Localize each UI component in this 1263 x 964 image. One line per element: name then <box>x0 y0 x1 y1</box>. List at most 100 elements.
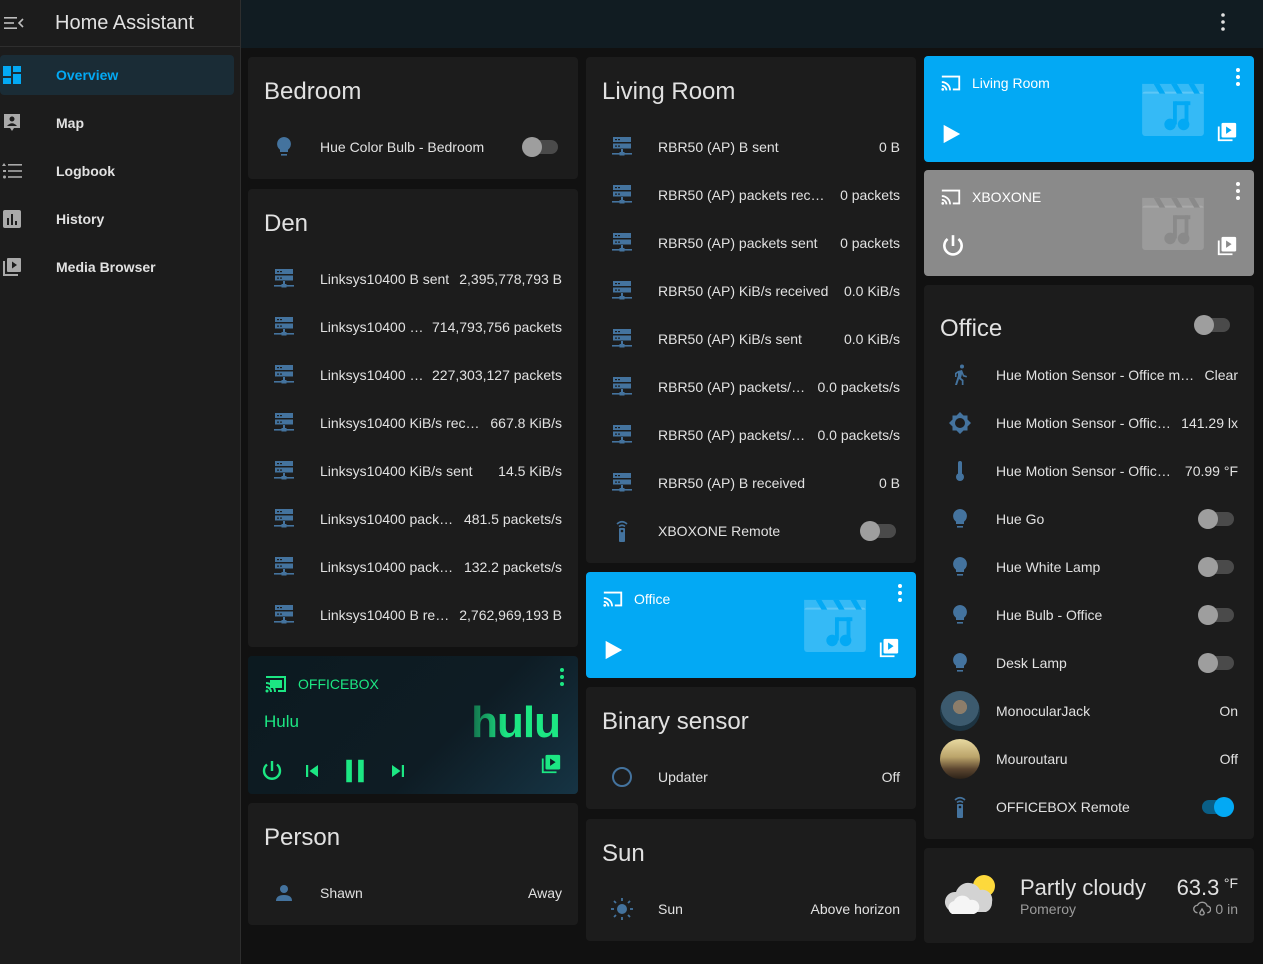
menu-collapse-button[interactable] <box>2 11 26 35</box>
play-box-multiple-icon <box>878 637 900 659</box>
entity-row[interactable]: Linksys10400 pack… 481.5 packets/s <box>248 495 578 543</box>
entity-toggle[interactable] <box>1198 557 1234 577</box>
player-more-button[interactable] <box>1236 68 1240 91</box>
entity-toggle[interactable] <box>522 137 558 157</box>
sidebar-header: Home Assistant <box>0 0 240 47</box>
entity-toggle[interactable] <box>1198 797 1234 817</box>
entity-row[interactable]: Desk Lamp <box>924 639 1254 687</box>
entity-name: Linksys10400 … <box>320 367 424 383</box>
entity-row[interactable]: Hue White Lamp <box>924 543 1254 591</box>
sidebar-item-logbook[interactable]: Logbook <box>0 147 240 195</box>
entity-row[interactable]: Hue Motion Sensor - Office mo… Clear <box>924 351 1254 399</box>
entity-state: 132.2 packets/s <box>463 559 562 575</box>
server-network-icon <box>602 319 642 359</box>
entity-row[interactable]: RBR50 (AP) packets/s… 0.0 packets/s <box>586 411 916 459</box>
player-name: Living Room <box>972 75 1050 91</box>
entity-row[interactable]: OFFICEBOX Remote <box>924 783 1254 831</box>
entity-toggle[interactable] <box>1198 653 1234 673</box>
player-more-button[interactable] <box>560 668 564 691</box>
entity-toggle[interactable] <box>1198 509 1234 529</box>
entity-row[interactable]: Linksys10400 … 227,303,127 packets <box>248 351 578 399</box>
browse-media-button[interactable] <box>1216 121 1238 148</box>
entity-toggle[interactable] <box>860 521 896 541</box>
player-more-button[interactable] <box>1236 182 1240 205</box>
overflow-menu-button[interactable] <box>1211 10 1235 34</box>
checkbox-blank-circle-outline-icon <box>602 757 642 797</box>
entity-name: Hue Motion Sensor - Office mo… <box>996 367 1197 383</box>
sun-card: Sun Sun Above horizon <box>586 819 916 941</box>
pause-icon <box>346 759 364 783</box>
entity-row[interactable]: Linksys10400 KiB/s rec… 667.8 KiB/s <box>248 399 578 447</box>
sidebar-item-map[interactable]: Map <box>0 99 240 147</box>
entity-row[interactable]: Hue Go <box>924 495 1254 543</box>
entity-row[interactable]: Sun Above horizon <box>586 885 916 933</box>
binary-sensor-card: Binary sensor Updater Off <box>586 687 916 809</box>
sidebar-item-media-browser[interactable]: Media Browser <box>0 243 240 291</box>
entity-row[interactable]: Linksys10400 … 714,793,756 packets <box>248 303 578 351</box>
entity-state: 0.0 packets/s <box>817 379 901 395</box>
entity-state: Off <box>1219 751 1238 767</box>
card-title: Person <box>264 824 341 851</box>
movie-music-icon <box>1142 82 1204 136</box>
account-icon <box>264 873 304 913</box>
pause-button[interactable] <box>340 756 370 791</box>
entity-row[interactable]: Updater Off <box>586 753 916 801</box>
entity-row[interactable]: RBR50 (AP) packets sent 0 packets <box>586 219 916 267</box>
browse-media-button[interactable] <box>878 637 900 664</box>
previous-track-button[interactable] <box>300 759 324 788</box>
cast-icon <box>602 588 624 610</box>
cast-icon <box>940 186 962 208</box>
entity-row[interactable]: MonocularJack On <box>924 687 1254 735</box>
entity-toggle[interactable] <box>1198 605 1234 625</box>
entity-row[interactable]: RBR50 (AP) B received 0 B <box>586 459 916 507</box>
entity-row[interactable]: Mouroutaru Off <box>924 735 1254 783</box>
chart-box-icon <box>0 207 24 231</box>
entity-row[interactable]: Linksys10400 KiB/s sent 14.5 KiB/s <box>248 447 578 495</box>
play-button[interactable] <box>940 123 962 150</box>
browse-media-button[interactable] <box>540 753 562 780</box>
entity-row[interactable]: Linksys10400 pack… 132.2 packets/s <box>248 543 578 591</box>
entity-name: MonocularJack <box>996 703 1091 719</box>
player-name: XBOXONE <box>972 189 1042 205</box>
view-dashboard-icon <box>0 63 24 87</box>
media-app-name: Hulu <box>264 712 299 731</box>
entity-name: Linksys10400 KiB/s rec… <box>320 415 480 431</box>
entity-state: 14.5 KiB/s <box>498 463 562 479</box>
white-balance-sunny-icon <box>602 889 642 929</box>
entity-row[interactable]: Hue Motion Sensor - Office… 141.29 lx <box>924 399 1254 447</box>
entity-name: OFFICEBOX Remote <box>996 799 1130 815</box>
entity-row[interactable]: Linksys10400 B sent 2,395,778,793 B <box>248 255 578 303</box>
play-icon <box>943 124 961 144</box>
sidebar-item-history[interactable]: History <box>0 195 240 243</box>
player-more-button[interactable] <box>898 584 902 607</box>
entity-row[interactable]: RBR50 (AP) B sent 0 B <box>586 123 916 171</box>
entity-name: RBR50 (AP) KiB/s sent <box>658 331 802 347</box>
entity-name: Hue Motion Sensor - Office… <box>996 415 1174 431</box>
walk-icon <box>940 355 980 395</box>
entity-row[interactable]: XBOXONE Remote <box>586 507 916 555</box>
lightbulb-icon <box>940 595 980 635</box>
weather-card[interactable]: Partly cloudy Pomeroy 63.3 °F 0 in <box>924 848 1254 943</box>
entity-row[interactable]: RBR50 (AP) KiB/s sent 0.0 KiB/s <box>586 315 916 363</box>
weather-location: Pomeroy <box>1020 900 1077 917</box>
power-button[interactable] <box>940 233 966 264</box>
entity-row[interactable]: Linksys10400 B rec… 2,762,969,193 B <box>248 591 578 639</box>
sidebar-item-overview[interactable]: Overview <box>0 51 240 99</box>
entity-row[interactable]: RBR50 (AP) packets/s… 0.0 packets/s <box>586 363 916 411</box>
entity-row[interactable]: RBR50 (AP) packets recei… 0 packets <box>586 171 916 219</box>
card-header-toggle[interactable] <box>1194 314 1230 335</box>
entity-row[interactable]: Shawn Away <box>248 869 578 917</box>
play-button[interactable] <box>602 639 624 666</box>
entity-row[interactable]: Hue Motion Sensor - Office … 70.99 °F <box>924 447 1254 495</box>
entity-row[interactable]: RBR50 (AP) KiB/s received 0.0 KiB/s <box>586 267 916 315</box>
server-network-icon <box>264 355 304 395</box>
browse-media-button[interactable] <box>1216 235 1238 262</box>
power-button[interactable] <box>260 759 284 788</box>
entity-name: Linksys10400 KiB/s sent <box>320 463 473 479</box>
entity-state: 70.99 °F <box>1184 463 1238 479</box>
entity-row[interactable]: Hue Color Bulb - Bedroom <box>248 123 578 171</box>
entity-row[interactable]: Hue Bulb - Office <box>924 591 1254 639</box>
next-track-button[interactable] <box>386 759 410 788</box>
brightness-icon <box>940 403 980 443</box>
entity-name: Updater <box>658 769 708 785</box>
